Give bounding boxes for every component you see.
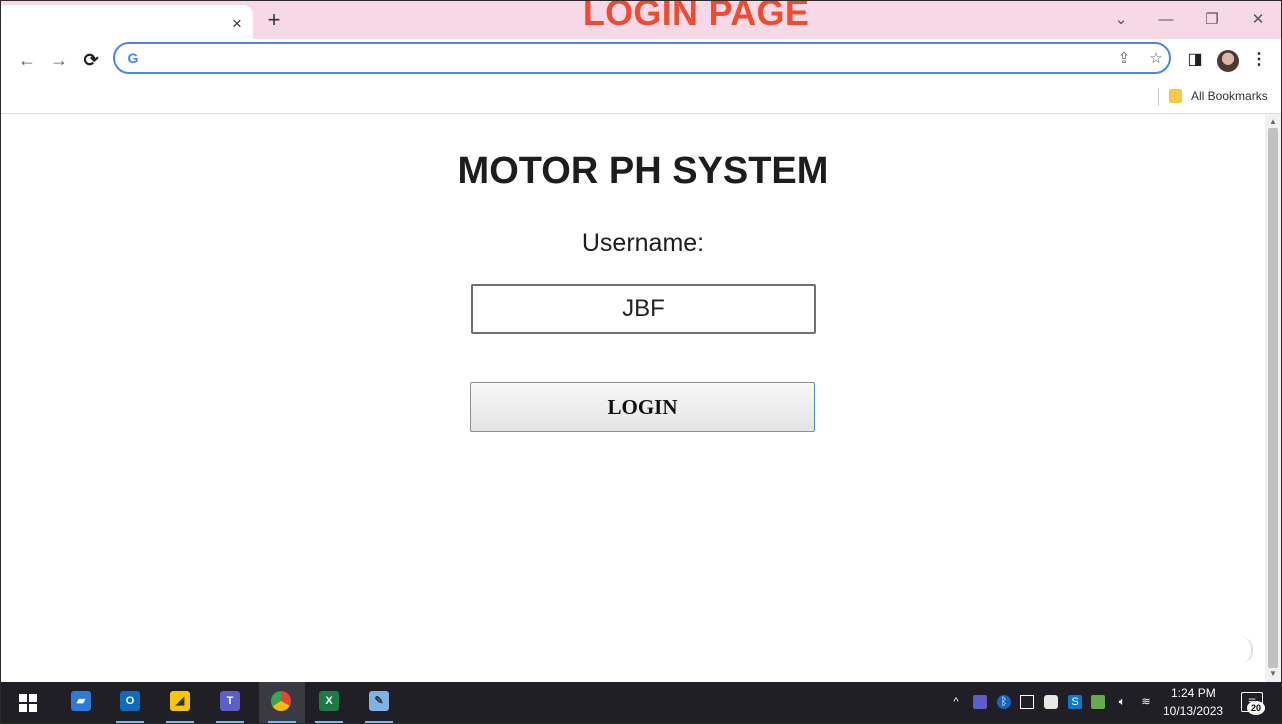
username-input[interactable] [471, 284, 816, 334]
scroll-down-arrow-icon[interactable]: ▼ [1265, 668, 1281, 680]
page-title: MOTOR PH SYSTEM [457, 150, 829, 192]
profile-avatar[interactable] [1217, 50, 1239, 72]
tab-search-chevron-icon[interactable]: ⌄ [1109, 8, 1133, 32]
browser-toolbar: ← → ⟳ G ⇪ ☆ ◨ ⋮ [1, 39, 1281, 83]
close-window-button[interactable]: ✕ [1246, 8, 1270, 32]
security-shield-icon[interactable] [1044, 695, 1058, 709]
show-hidden-icons-chevron-icon[interactable]: ^ [949, 695, 963, 709]
scrollbar-thumb[interactable] [1268, 128, 1278, 668]
active-tab[interactable]: × [1, 5, 253, 39]
sticky-notes-icon: ◢ [170, 691, 190, 711]
windows-taskbar: ▰ O ◢ T X ✎ ^ ᛒ S � [1, 682, 1281, 723]
reload-icon[interactable]: ⟳ [80, 49, 102, 71]
address-input[interactable] [149, 47, 1093, 71]
forward-arrow-icon[interactable]: → [48, 49, 70, 71]
new-tab-button[interactable]: + [263, 8, 285, 32]
bluetooth-icon[interactable]: ᛒ [997, 695, 1011, 709]
excel-icon: X [319, 691, 339, 711]
taskbar-app-outlook[interactable]: O [110, 682, 150, 723]
running-indicator [268, 721, 296, 723]
battery-icon[interactable] [1091, 695, 1105, 709]
browser-window: × + LOGIN PAGE ⌄ — ❐ ✕ ← → ⟳ G ⇪ ☆ ◨ ⋮ A… [0, 0, 1282, 724]
skype-icon[interactable]: S [1068, 695, 1082, 709]
vertical-scrollbar[interactable]: ▲ ▼ [1265, 114, 1281, 682]
taskbar-app-file-explorer[interactable]: ▰ [61, 682, 101, 723]
paint-palette-icon: ✎ [369, 691, 389, 711]
address-bar[interactable]: G ⇪ ☆ [113, 42, 1171, 74]
login-button[interactable]: LOGIN [470, 382, 815, 432]
tab-strip: × + LOGIN PAGE ⌄ — ❐ ✕ [1, 1, 1281, 39]
page-banner-title: LOGIN PAGE [582, 0, 810, 33]
taskbar-app-teams[interactable]: T [210, 682, 250, 723]
volume-speaker-icon[interactable]: 🔈︎ [1115, 695, 1129, 709]
side-panel-icon[interactable]: ◨ [1184, 49, 1206, 71]
taskbar-app-sticky-notes[interactable]: ◢ [160, 682, 200, 723]
teams-icon: T [220, 691, 240, 711]
outlook-icon: O [120, 691, 140, 711]
folder-icon [1169, 89, 1182, 103]
taskbar-app-paint[interactable]: ✎ [359, 682, 399, 723]
bookmarks-separator [1158, 88, 1159, 106]
running-indicator [315, 721, 343, 723]
back-arrow-icon[interactable]: ← [16, 49, 38, 71]
tab-close-icon[interactable]: × [229, 14, 245, 34]
page-content: MOTOR PH SYSTEM Username: LOGIN [1, 114, 1265, 682]
share-icon[interactable]: ⇪ [1113, 48, 1135, 70]
notification-count-badge: 20 [1247, 701, 1265, 715]
running-indicator [365, 721, 393, 723]
file-explorer-icon: ▰ [71, 691, 91, 711]
teams-tray-icon[interactable] [973, 695, 987, 709]
clock-date[interactable]: 10/13/2023 [1163, 704, 1223, 718]
chrome-icon [271, 691, 291, 711]
username-label: Username: [581, 229, 705, 257]
windows-start-icon[interactable] [19, 694, 37, 712]
scroll-up-arrow-icon[interactable]: ▲ [1265, 116, 1281, 128]
restore-button[interactable]: ❐ [1200, 8, 1224, 32]
page-corner-curl [1241, 637, 1253, 663]
running-indicator [216, 721, 244, 723]
all-bookmarks-link[interactable]: All Bookmarks [1191, 89, 1268, 103]
google-g-icon: G [127, 50, 139, 66]
minimize-button[interactable]: — [1154, 8, 1178, 32]
clock-time[interactable]: 1:24 PM [1171, 686, 1216, 700]
bookmarks-bar: All Bookmarks [1, 83, 1281, 114]
running-indicator [166, 721, 194, 723]
bookmark-star-icon[interactable]: ☆ [1145, 48, 1167, 70]
running-indicator [116, 721, 144, 723]
wifi-icon[interactable]: ≋ [1139, 695, 1153, 709]
taskbar-app-chrome[interactable] [259, 682, 305, 723]
tray-app-icon[interactable] [1020, 695, 1034, 709]
kebab-menu-icon[interactable]: ⋮ [1248, 49, 1270, 71]
taskbar-app-excel[interactable]: X [309, 682, 349, 723]
